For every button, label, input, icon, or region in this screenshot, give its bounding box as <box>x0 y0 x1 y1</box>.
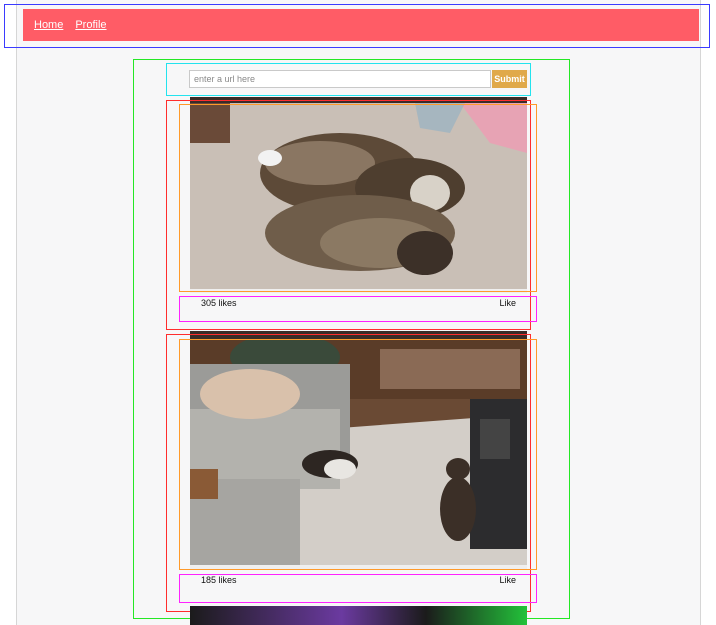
post-image-outline <box>179 339 537 570</box>
next-post-image-edge <box>190 606 527 625</box>
url-input[interactable] <box>189 70 491 88</box>
navbar-outline <box>4 4 710 48</box>
post-meta-outline <box>179 296 537 322</box>
submit-button[interactable]: Submit <box>492 70 527 88</box>
post-meta-outline <box>179 574 537 603</box>
post-image-outline <box>179 104 537 292</box>
